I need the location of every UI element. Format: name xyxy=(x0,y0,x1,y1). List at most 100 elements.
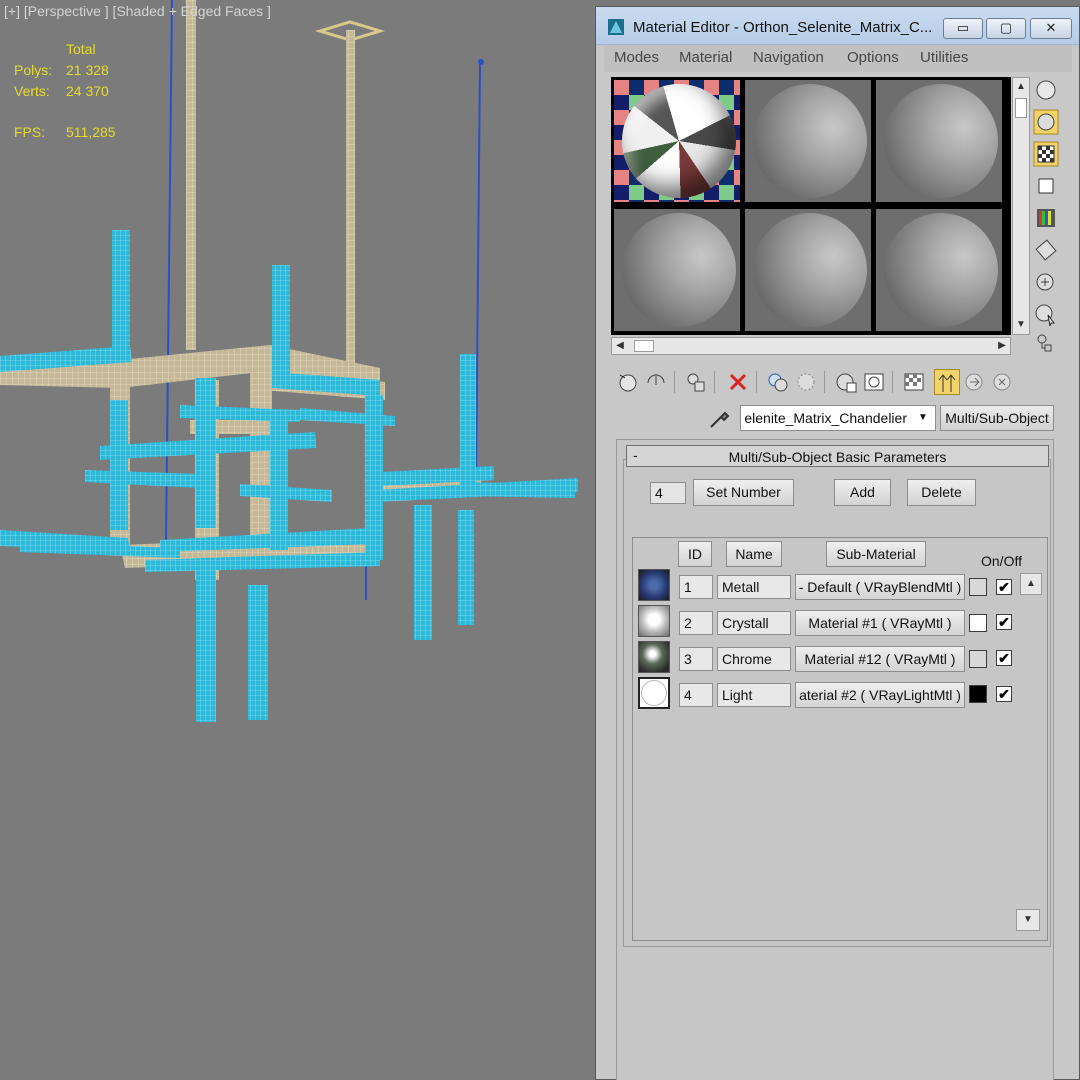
scroll-right-arrow-icon[interactable]: ▶ xyxy=(996,339,1008,353)
reset-map-delete-icon[interactable] xyxy=(726,369,750,395)
material-parameter-icon[interactable] xyxy=(990,369,1014,395)
go-to-parent-icon[interactable] xyxy=(934,369,960,395)
default-sphere xyxy=(753,213,867,327)
sample-type-icon[interactable] xyxy=(1033,77,1059,103)
maximize-button[interactable]: ▢ xyxy=(986,18,1026,39)
delete-button[interactable]: Delete xyxy=(907,479,976,506)
sample-slot-3[interactable] xyxy=(876,80,1002,202)
screen: [+] [Perspective ] [Shaded + Edged Faces… xyxy=(0,0,1080,1080)
menu-options[interactable]: Options xyxy=(847,49,899,66)
toolbar-separator xyxy=(714,371,715,393)
default-sphere xyxy=(622,213,736,327)
assign-to-selection-icon[interactable] xyxy=(684,369,708,395)
submaterial-button[interactable]: Material #1 ( VRayMtl ) xyxy=(795,610,965,636)
enabled-checkbox[interactable]: ✔ xyxy=(996,614,1012,630)
submaterial-thumbnail[interactable] xyxy=(638,569,670,601)
set-number-button[interactable]: Set Number xyxy=(693,479,794,506)
submaterial-button[interactable]: Material #12 ( VRayMtl ) xyxy=(795,646,965,672)
material-id-channel-icon[interactable] xyxy=(834,369,858,395)
submaterial-name-field[interactable]: Light xyxy=(717,683,791,707)
slots-horizontal-scrollbar[interactable]: ◀ ▶ xyxy=(611,337,1011,355)
submaterial-thumbnail[interactable] xyxy=(638,677,670,709)
color-swatch[interactable] xyxy=(969,685,987,703)
material-map-navigator-icon[interactable] xyxy=(1033,331,1059,357)
enabled-checkbox[interactable]: ✔ xyxy=(996,579,1012,595)
scroll-up-arrow-icon[interactable]: ▲ xyxy=(1015,80,1027,94)
sort-by-submaterial-button[interactable]: Sub-Material xyxy=(826,541,926,567)
scroll-thumb[interactable] xyxy=(634,340,654,352)
sample-slot-4[interactable] xyxy=(614,209,740,331)
menu-modes[interactable]: Modes xyxy=(614,49,659,66)
enabled-checkbox[interactable]: ✔ xyxy=(996,650,1012,666)
show-end-result-icon[interactable] xyxy=(902,369,926,395)
default-sphere xyxy=(884,213,998,327)
color-swatch[interactable] xyxy=(969,650,987,668)
default-sphere xyxy=(753,84,867,198)
submaterial-button[interactable]: aterial #2 ( VRayLightMtl ) xyxy=(795,682,965,708)
title-bar[interactable]: Material Editor - Orthon_Selenite_Matrix… xyxy=(596,7,1079,45)
toolbar-separator xyxy=(892,371,893,393)
submaterial-thumbnail[interactable] xyxy=(638,641,670,673)
video-color-check-icon[interactable] xyxy=(1033,205,1059,231)
stats-polys-value: 21 328 xyxy=(66,62,109,78)
options-icon[interactable] xyxy=(1033,269,1059,295)
sample-uv-tiling-icon[interactable] xyxy=(1033,173,1059,199)
scroll-thumb[interactable] xyxy=(1015,98,1027,118)
menu-utilities[interactable]: Utilities xyxy=(920,49,968,66)
menu-material[interactable]: Material xyxy=(679,49,732,66)
viewport-label[interactable]: [+] [Perspective ] [Shaded + Edged Faces… xyxy=(4,3,271,19)
sample-slot-5[interactable] xyxy=(745,209,871,331)
show-shaded-material-icon[interactable] xyxy=(862,369,886,395)
eyedropper-icon[interactable] xyxy=(706,405,732,431)
chevron-up-icon: ▲ xyxy=(1026,578,1036,589)
menu-navigation[interactable]: Navigation xyxy=(753,49,824,66)
stats-fps-value: 511,285 xyxy=(66,124,116,140)
submaterial-name-field[interactable]: Metall xyxy=(717,575,791,599)
sample-slot-6[interactable] xyxy=(876,209,1002,331)
go-forward-to-sibling-icon[interactable] xyxy=(962,369,986,395)
color-swatch[interactable] xyxy=(969,614,987,632)
select-by-material-icon[interactable] xyxy=(1033,301,1059,327)
close-button[interactable]: ✕ xyxy=(1030,18,1072,39)
submaterial-id-field[interactable]: 4 xyxy=(679,683,713,707)
submaterial-id-field[interactable]: 2 xyxy=(679,611,713,635)
submaterial-name-field[interactable]: Crystall xyxy=(717,611,791,635)
color-swatch[interactable] xyxy=(969,578,987,596)
put-to-scene-icon[interactable] xyxy=(644,369,668,395)
list-scroll-up-button[interactable]: ▲ xyxy=(1020,573,1042,595)
material-name-dropdown[interactable]: elenite_Matrix_Chandelier ▼ xyxy=(740,405,936,431)
background-checker-icon[interactable] xyxy=(1033,141,1059,167)
sample-slot-2[interactable] xyxy=(745,80,871,202)
scroll-left-arrow-icon[interactable]: ◀ xyxy=(614,339,626,353)
put-to-library-icon[interactable] xyxy=(794,369,818,395)
add-button[interactable]: Add xyxy=(834,479,891,506)
backlight-icon[interactable] xyxy=(1033,109,1059,135)
toolbar-separator xyxy=(824,371,825,393)
rollout-header[interactable]: - Multi/Sub-Object Basic Parameters xyxy=(626,445,1049,467)
submaterial-name-field[interactable]: Chrome xyxy=(717,647,791,671)
submaterial-button[interactable]: - Default ( VRayBlendMtl ) xyxy=(795,574,965,600)
submaterial-id-field[interactable]: 1 xyxy=(679,575,713,599)
sample-slot-1[interactable] xyxy=(614,80,740,202)
chevron-down-icon[interactable]: ▼ xyxy=(911,406,935,430)
submaterial-thumbnail[interactable] xyxy=(638,605,670,637)
default-sphere xyxy=(884,84,998,198)
enabled-checkbox[interactable]: ✔ xyxy=(996,686,1012,702)
scroll-down-arrow-icon[interactable]: ▼ xyxy=(1015,318,1027,332)
material-type-button[interactable]: Multi/Sub-Object xyxy=(940,405,1054,431)
perspective-viewport[interactable]: [+] [Perspective ] [Shaded + Edged Faces… xyxy=(0,0,600,1080)
app-icon xyxy=(606,17,626,37)
slots-vertical-scrollbar[interactable]: ▲ ▼ xyxy=(1012,77,1030,335)
make-unique-icon[interactable] xyxy=(766,369,790,395)
material-count-field[interactable]: 4 xyxy=(650,482,686,504)
list-scroll-down-button[interactable]: ▼ xyxy=(1016,909,1040,931)
sort-by-id-button[interactable]: ID xyxy=(678,541,712,567)
material-name-value: elenite_Matrix_Chandelier xyxy=(744,410,907,426)
sort-by-name-button[interactable]: Name xyxy=(726,541,782,567)
submaterial-id-field[interactable]: 3 xyxy=(679,647,713,671)
minimize-button[interactable]: ▭ xyxy=(943,18,983,39)
get-material-icon[interactable] xyxy=(616,369,640,395)
make-preview-icon[interactable] xyxy=(1033,237,1059,263)
stats-fps-label: FPS: xyxy=(14,124,46,140)
stats-total-label: Total xyxy=(66,41,96,57)
